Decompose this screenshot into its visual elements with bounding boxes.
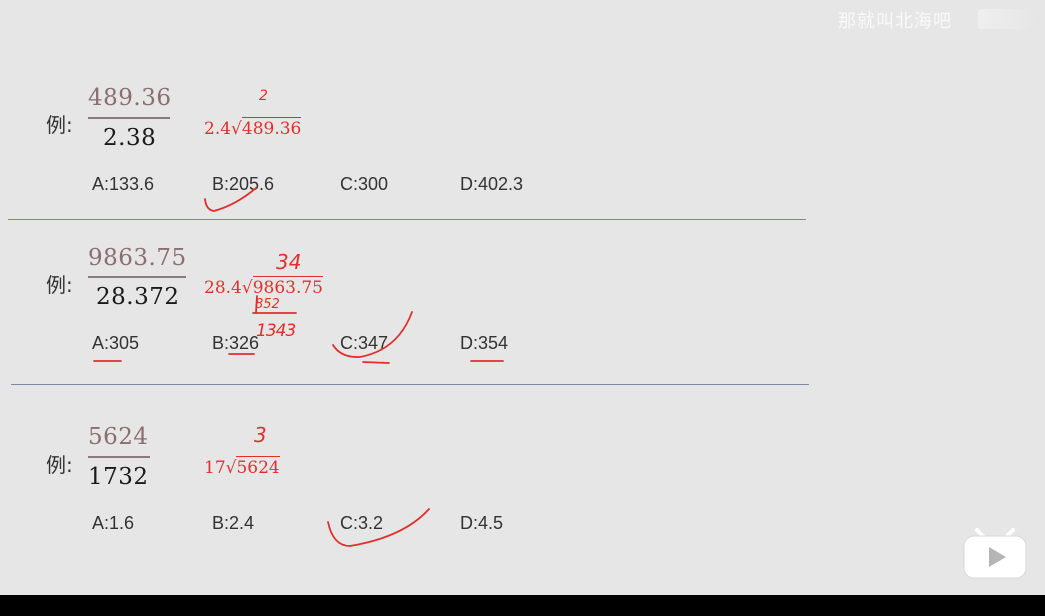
divisor: 17 (204, 458, 226, 478)
fraction-bar (88, 456, 150, 458)
example-label: 例: (46, 113, 73, 137)
option-c: C:300 (340, 174, 389, 194)
radical-sign: √ (231, 119, 242, 139)
long-division: 28.4√9863.75 (204, 276, 324, 298)
option-d: D:4.5 (460, 513, 504, 533)
watermark-logo (978, 9, 1038, 29)
video-bottom-bar (0, 595, 1045, 616)
dividend: 5624 (236, 456, 280, 478)
divisor: 2.4 (204, 119, 232, 139)
section-divider (8, 219, 806, 220)
example-label: 例: (46, 453, 73, 477)
fraction-numerator: 5624 (88, 424, 149, 450)
long-division: 17√5624 (204, 456, 280, 478)
section-divider (11, 384, 809, 385)
option-b: B:326 (212, 333, 260, 353)
fraction-denominator: 2.38 (103, 125, 157, 151)
option-a: A:305 (92, 333, 140, 353)
handwritten-work: 1343 (256, 321, 296, 341)
option-d: D:354 (460, 333, 509, 353)
channel-watermark: 那就叫北海吧 (838, 11, 952, 32)
option-a: A:133.6 (92, 174, 155, 194)
option-b: B:205.6 (212, 174, 275, 194)
radical-sign: √ (241, 278, 253, 298)
fraction-denominator: 1732 (88, 464, 149, 490)
radical-sign: √ (225, 458, 237, 478)
dividend: 9863.75 (252, 276, 324, 298)
play-icon[interactable] (961, 521, 1029, 579)
long-division: 2.4√489.36 (204, 117, 302, 139)
option-d: D:402.3 (460, 174, 524, 194)
divisor: 28.4 (204, 278, 242, 298)
option-c: C:347 (340, 333, 389, 353)
slide: 那就叫北海吧 例: 489.36 2.38 2.4√489.36 A:133.6… (0, 0, 1045, 595)
handwritten-quotient: 3 (254, 423, 267, 447)
handwritten-quotient: 34 (276, 250, 302, 274)
fraction-denominator: 28.372 (96, 284, 180, 310)
handwritten-work: 852 (255, 297, 280, 312)
fraction-numerator: 9863.75 (88, 245, 187, 271)
example-label: 例: (46, 273, 73, 297)
dividend: 489.36 (241, 117, 302, 139)
option-a: A:1.6 (92, 513, 135, 533)
underline-stroke (362, 361, 390, 364)
fraction-numerator: 489.36 (88, 85, 172, 111)
fraction-bar (88, 276, 186, 278)
option-c: C:3.2 (340, 513, 384, 533)
fraction-bar (88, 117, 170, 119)
option-b: B:2.4 (212, 513, 255, 533)
handwritten-quotient: 2 (259, 88, 268, 104)
